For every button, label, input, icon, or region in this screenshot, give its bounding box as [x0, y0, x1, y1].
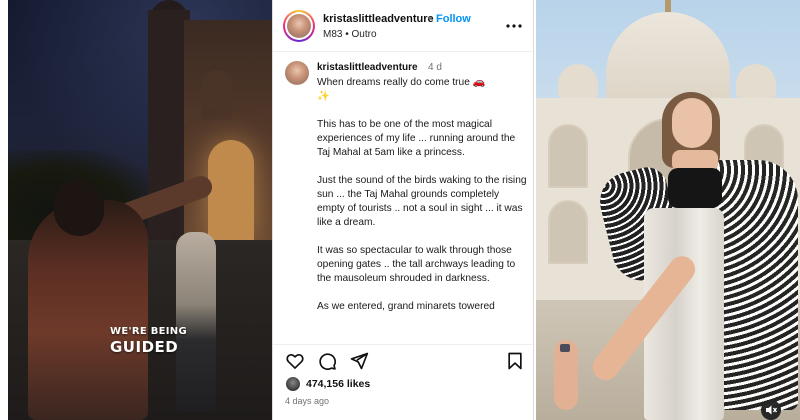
woman-head — [54, 180, 104, 236]
caption-paragraph: Just the sound of the birds waking to th… — [317, 175, 527, 228]
bookmark-icon[interactable] — [505, 351, 525, 371]
follow-button[interactable]: Follow — [436, 13, 471, 25]
action-bar — [273, 344, 535, 374]
post-panel: kristaslittleadventure • Follow M83 • Ou… — [272, 0, 535, 420]
facade-arch — [548, 124, 588, 188]
gate-lit-archway — [208, 140, 254, 240]
leg-tattoo — [560, 344, 570, 352]
caption-paragraph: As we entered, grand minarets towered — [317, 301, 495, 312]
overlay-line-2: GUIDED — [110, 338, 179, 356]
overlay-line-1: WE'RE BEING — [110, 326, 187, 337]
caption-time: 4 d — [428, 62, 442, 73]
gate-upper-arch — [202, 70, 232, 120]
taj-mahal-main-dome — [606, 12, 730, 112]
car-emoji-icon: 🚗 — [472, 77, 486, 88]
like-count[interactable]: 474,156 likes — [306, 378, 370, 390]
audio-track[interactable]: M83 • Outro — [323, 29, 377, 40]
liker-avatar — [285, 376, 301, 392]
reel-photo-right[interactable] — [536, 0, 800, 420]
post-header: kristaslittleadventure • Follow M83 • Ou… — [273, 0, 535, 52]
post-timestamp: 4 days ago — [285, 396, 330, 406]
woman-face — [672, 98, 712, 148]
heart-icon[interactable] — [285, 351, 305, 371]
video-text-overlay: WE'RE BEING GUIDED — [110, 326, 187, 356]
author-username[interactable]: kristaslittleadventure — [323, 13, 434, 25]
story-avatar[interactable] — [283, 10, 315, 42]
comment-icon[interactable] — [317, 351, 337, 371]
muted-speaker-icon[interactable] — [761, 400, 781, 420]
caption-line: When dreams really do come true — [317, 77, 470, 88]
caption-paragraph: When dreams really do come true 🚗 ✨ — [317, 76, 529, 104]
caption-avatar[interactable] — [285, 61, 309, 85]
taj-mahal-chhatri-left — [558, 64, 598, 98]
caption-text: When dreams really do come true 🚗 ✨ This … — [317, 76, 529, 328]
woman-black-top — [668, 168, 722, 208]
header-separator: • — [428, 13, 432, 25]
guide-person — [176, 232, 216, 412]
avatar — [287, 14, 311, 38]
send-icon[interactable] — [349, 351, 369, 371]
caption-paragraph: It was so spectacular to walk through th… — [317, 245, 516, 284]
sparkle-emoji-icon: ✨ — [317, 91, 330, 102]
reel-video-left[interactable]: WE'RE BEING GUIDED — [8, 0, 272, 420]
caption-scroll-area[interactable]: kristaslittleadventure 4 d When dreams r… — [273, 53, 535, 340]
facade-arch — [548, 200, 588, 264]
taj-mahal-chhatri-right — [736, 64, 776, 98]
caption-username[interactable]: kristaslittleadventure — [317, 62, 418, 73]
more-icon[interactable] — [505, 18, 523, 34]
caption-paragraph: This has to be one of the most magical e… — [317, 119, 516, 158]
